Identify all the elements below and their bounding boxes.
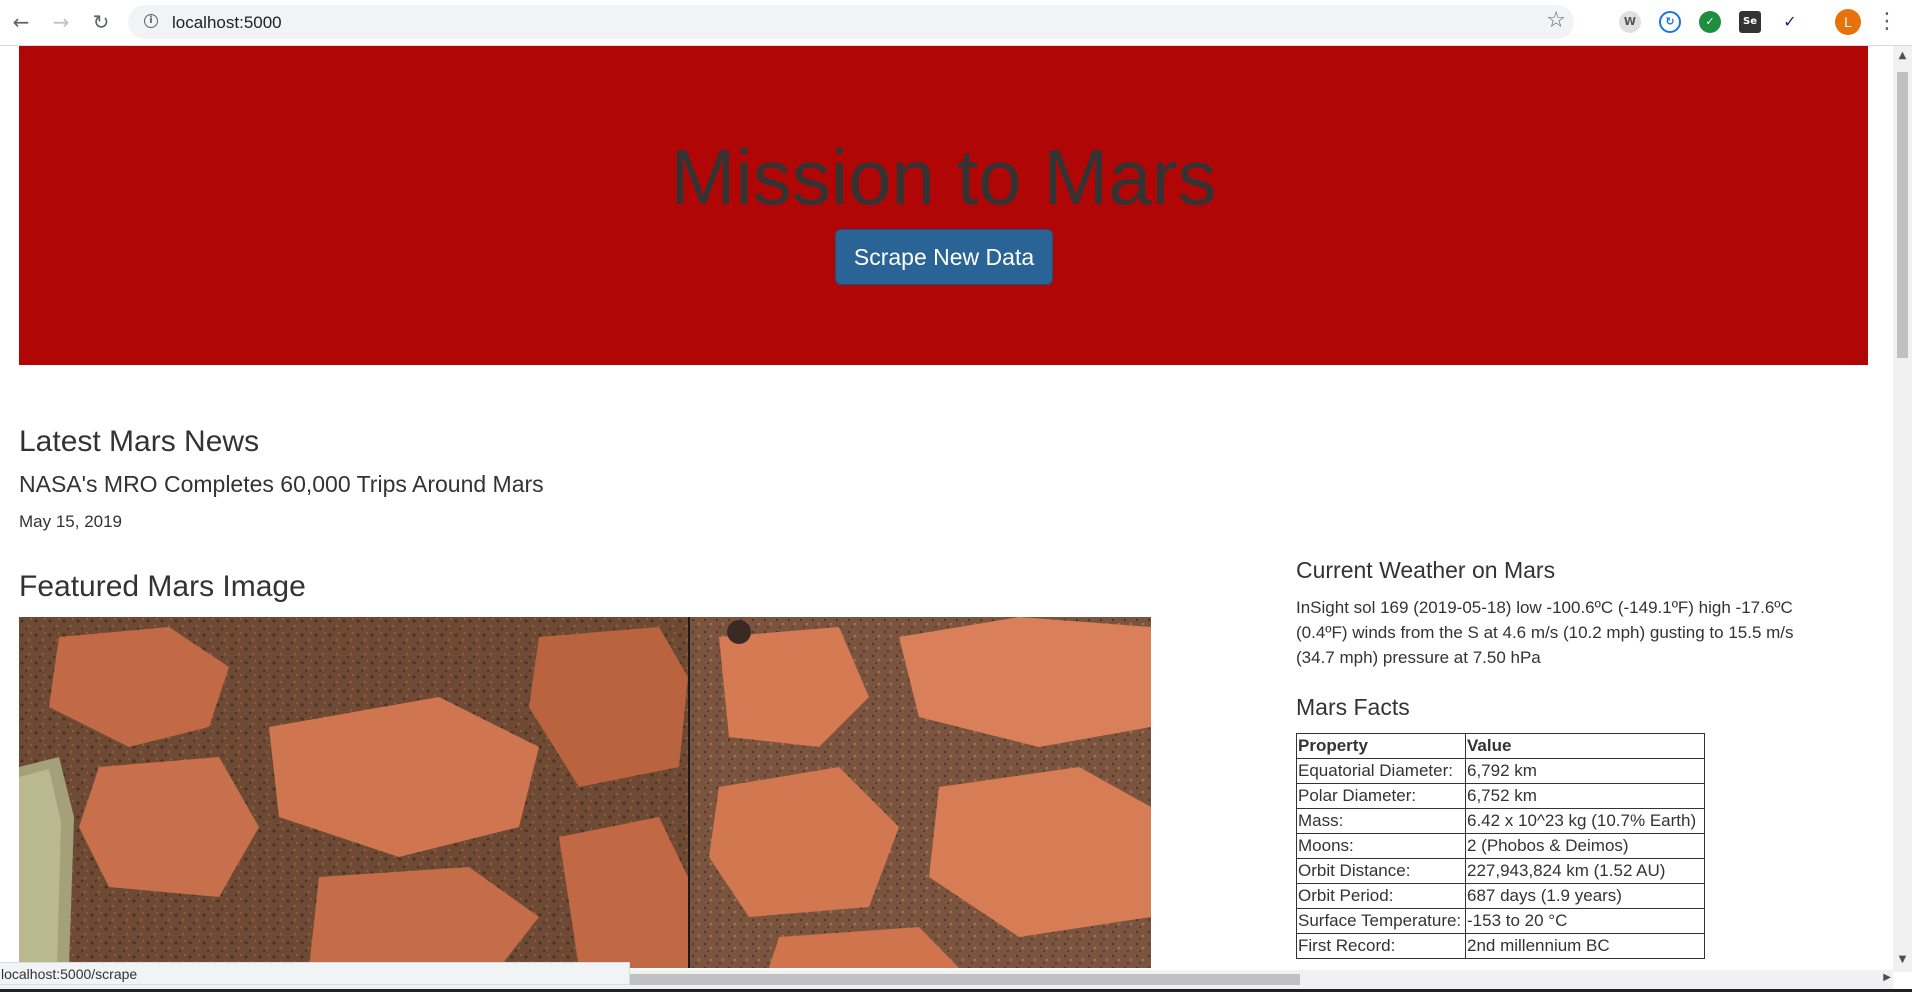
extension-check-icon[interactable]: ✓ [1699, 11, 1721, 33]
url-text[interactable]: localhost:5000 [172, 13, 282, 33]
back-arrow-icon[interactable]: ← [6, 7, 36, 37]
table-cell-value: 6,752 km [1465, 783, 1705, 809]
table-cell-value: 6.42 x 10^23 kg (10.7% Earth) [1465, 808, 1705, 834]
address-bar[interactable]: i localhost:5000 ☆ [128, 5, 1574, 39]
table-cell-property: Moons: [1296, 833, 1466, 859]
mars-facts-table: Property Value Equatorial Diameter: 6,79… [1296, 733, 1705, 959]
table-cell-property: Orbit Distance: [1296, 858, 1466, 884]
table-header-row: Property Value [1296, 733, 1705, 759]
weather-text: InSight sol 169 (2019-05-18) low -100.6º… [1296, 598, 1794, 667]
extension-refresh-icon[interactable]: ↻ [1659, 11, 1681, 33]
reload-icon[interactable]: ↻ [86, 7, 116, 37]
column-header: Property [1296, 733, 1466, 759]
news-title: NASA's MRO Completes 60,000 Trips Around… [19, 471, 544, 497]
vertical-scroll-thumb[interactable] [1897, 72, 1908, 358]
scroll-right-arrow-icon[interactable]: ▶ [1883, 972, 1891, 983]
table-cell-value: 2 (Phobos & Deimos) [1465, 833, 1705, 859]
table-row: Mass: 6.42 x 10^23 kg (10.7% Earth) [1296, 808, 1705, 834]
featured-image-heading: Featured Mars Image [19, 570, 306, 603]
table-row: Orbit Period: 687 days (1.9 years) [1296, 883, 1705, 909]
scroll-up-arrow-icon[interactable]: ▲ [1893, 50, 1912, 61]
weather-heading: Current Weather on Mars [1296, 557, 1556, 583]
table-cell-value: 687 days (1.9 years) [1465, 883, 1705, 909]
extension-w-icon[interactable]: W [1619, 11, 1641, 33]
news-heading: Latest Mars News [19, 425, 260, 458]
profile-avatar[interactable]: L [1835, 9, 1861, 35]
forward-arrow-icon[interactable]: → [46, 7, 76, 37]
table-row: Moons: 2 (Phobos & Deimos) [1296, 833, 1705, 859]
table-row: Equatorial Diameter: 6,792 km [1296, 758, 1705, 784]
facts-heading: Mars Facts [1296, 694, 1410, 720]
bookmark-star-icon[interactable]: ☆ [1546, 8, 1566, 33]
jumbotron-header: Mission to Mars Scrape New Data [19, 46, 1868, 365]
table-cell-value: 2nd millennium BC [1465, 933, 1705, 959]
scrape-new-data-button[interactable]: Scrape New Data [835, 229, 1053, 285]
menu-kebab-icon[interactable]: ⋮ [1876, 9, 1898, 35]
info-icon[interactable]: i [144, 14, 158, 28]
extension-v-icon[interactable]: ✓ [1779, 11, 1801, 33]
link-status-bubble: localhost:5000/scrape [0, 962, 630, 985]
column-header: Value [1465, 733, 1705, 759]
table-cell-value: -153 to 20 °C [1465, 908, 1705, 934]
table-cell-property: Surface Temperature: [1296, 908, 1466, 934]
table-row: Polar Diameter: 6,752 km [1296, 783, 1705, 809]
horizontal-scroll-thumb[interactable] [630, 974, 1300, 985]
news-date: May 15, 2019 [19, 512, 123, 531]
table-cell-property: Polar Diameter: [1296, 783, 1466, 809]
table-cell-property: Mass: [1296, 808, 1466, 834]
table-row: Orbit Distance: 227,943,824 km (1.52 AU) [1296, 858, 1705, 884]
table-cell-value: 227,943,824 km (1.52 AU) [1465, 858, 1705, 884]
extension-selenium-icon[interactable]: Se [1739, 11, 1761, 33]
table-row: Surface Temperature: -153 to 20 °C [1296, 908, 1705, 934]
table-cell-property: Equatorial Diameter: [1296, 758, 1466, 784]
browser-toolbar: ← → ↻ i localhost:5000 ☆ W ↻ ✓ Se ✓ L ⋮ [0, 0, 1912, 46]
featured-mars-image [19, 617, 1151, 968]
page-title: Mission to Mars [670, 133, 1217, 221]
scroll-down-arrow-icon[interactable]: ▼ [1893, 954, 1912, 965]
table-cell-property: First Record: [1296, 933, 1466, 959]
table-cell-value: 6,792 km [1465, 758, 1705, 784]
vertical-scrollbar[interactable]: ▲ ▼ [1893, 46, 1912, 972]
table-row: First Record: 2nd millennium BC [1296, 933, 1705, 959]
table-cell-property: Orbit Period: [1296, 883, 1466, 909]
